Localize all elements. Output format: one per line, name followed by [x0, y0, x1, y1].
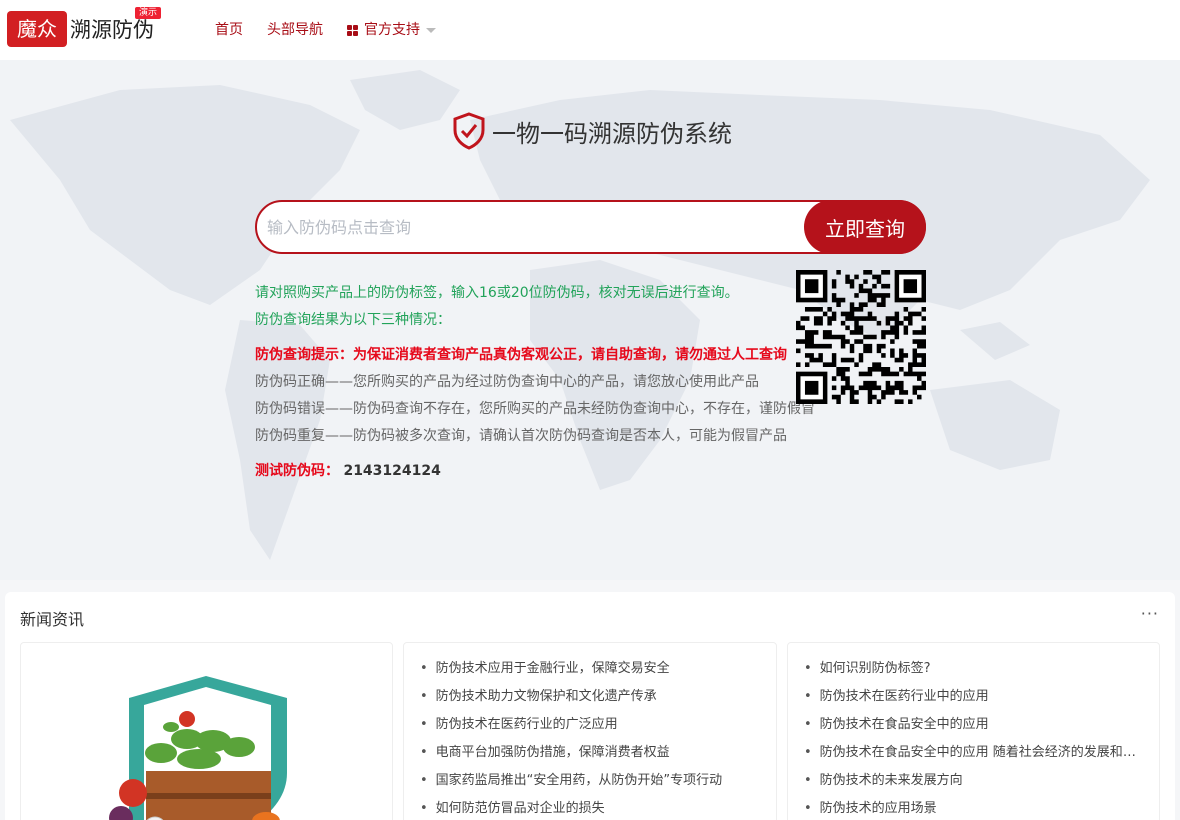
- news-link[interactable]: 防伪技术的应用场景: [804, 795, 1159, 820]
- test-code-value: 2143124124: [343, 463, 441, 479]
- result-case: 防伪码错误——防伪码查询不存在，您所购买的产品未经防伪查询中心，不存在，谨防假冒: [255, 401, 815, 417]
- nav-official-support-label: 官方支持: [364, 22, 420, 38]
- news-link[interactable]: 如何识别防伪标签?: [804, 655, 1159, 683]
- main-nav: 首页 头部导航 官方支持: [215, 20, 460, 40]
- query-notice: 防伪查询提示：为保证消费者查询产品真伪客观公正，请自助查询，请勿通过人工查询: [255, 347, 787, 363]
- chevron-down-icon: [426, 27, 436, 33]
- news-section: 新闻资讯 ··· 防伪技术应用于金融行业，保障交易安全 防伪技术助力文物保护: [5, 592, 1175, 820]
- news-link[interactable]: 防伪技术在医药行业的广泛应用: [420, 711, 776, 739]
- news-link[interactable]: 防伪技术在医药行业中的应用: [804, 683, 1159, 711]
- news-link[interactable]: 防伪技术应用于金融行业，保障交易安全: [420, 655, 776, 683]
- news-link[interactable]: 防伪技术的未来发展方向: [804, 767, 1159, 795]
- nav-official-support[interactable]: 官方支持: [347, 20, 436, 40]
- search-bar: 立即查询: [255, 200, 926, 254]
- vegetable-basket-image: [109, 676, 287, 820]
- news-link[interactable]: 电商平台加强防伪措施，保障消费者权益: [420, 739, 776, 767]
- nav-home[interactable]: 首页: [215, 20, 243, 40]
- news-list-b: 如何识别防伪标签? 防伪技术在医药行业中的应用 防伪技术在食品安全中的应用 防伪…: [787, 642, 1160, 820]
- shield-check-icon: [453, 112, 485, 150]
- logo-mark[interactable]: 魔众: [7, 11, 67, 47]
- news-link[interactable]: 防伪技术在食品安全中的应用 随着社会经济的发展和人民生活水平的提高: [804, 739, 1159, 767]
- page-title: 一物一码溯源防伪系统: [492, 119, 732, 148]
- more-icon[interactable]: ···: [1141, 604, 1159, 623]
- instruction-line: 请对照购买产品上的防伪标签，输入16或20位防伪码，核对无误后进行查询。: [255, 285, 739, 301]
- query-instructions: 请对照购买产品上的防伪标签，输入16或20位防伪码，核对无误后进行查询。 防伪查…: [255, 280, 865, 485]
- news-link[interactable]: 防伪技术助力文物保护和文化遗产传承: [420, 683, 776, 711]
- nav-header-navigation[interactable]: 头部导航: [267, 20, 323, 40]
- news-image-card[interactable]: [20, 642, 393, 820]
- test-code-line: 测试防伪码： 2143124124: [255, 458, 865, 485]
- test-code-label: 测试防伪码：: [255, 463, 339, 479]
- result-case: 防伪码重复——防伪码被多次查询，请确认首次防伪码查询是否本人，可能为假冒产品: [255, 428, 787, 444]
- query-button[interactable]: 立即查询: [804, 200, 926, 254]
- instruction-line: 防伪查询结果为以下三种情况：: [255, 312, 451, 328]
- demo-badge: 演示: [135, 7, 162, 19]
- top-header: 魔众 溯源防伪 演示 首页 头部导航 官方支持: [0, 0, 1180, 60]
- result-case: 防伪码正确——您所购买的产品为经过防伪查询中心的产品，请您放心使用此产品: [255, 374, 759, 390]
- hero-section: 一物一码溯源防伪系统 立即查询 请对照购买产品上的防伪标签，输入16或20位防伪…: [0, 60, 1180, 580]
- anti-counterfeit-code-input[interactable]: [267, 210, 787, 244]
- news-list-a: 防伪技术应用于金融行业，保障交易安全 防伪技术助力文物保护和文化遗产传承 防伪技…: [403, 642, 777, 820]
- page-title-row: 一物一码溯源防伪系统: [452, 112, 732, 150]
- news-link[interactable]: 国家药监局推出“安全用药，从防伪开始”专项行动: [420, 767, 776, 795]
- grid-icon: [347, 24, 358, 36]
- news-link[interactable]: 如何防范仿冒品对企业的损失: [420, 795, 776, 820]
- news-title: 新闻资讯: [20, 610, 85, 629]
- news-link[interactable]: 防伪技术在食品安全中的应用: [804, 711, 1159, 739]
- qr-code-icon: [796, 270, 926, 404]
